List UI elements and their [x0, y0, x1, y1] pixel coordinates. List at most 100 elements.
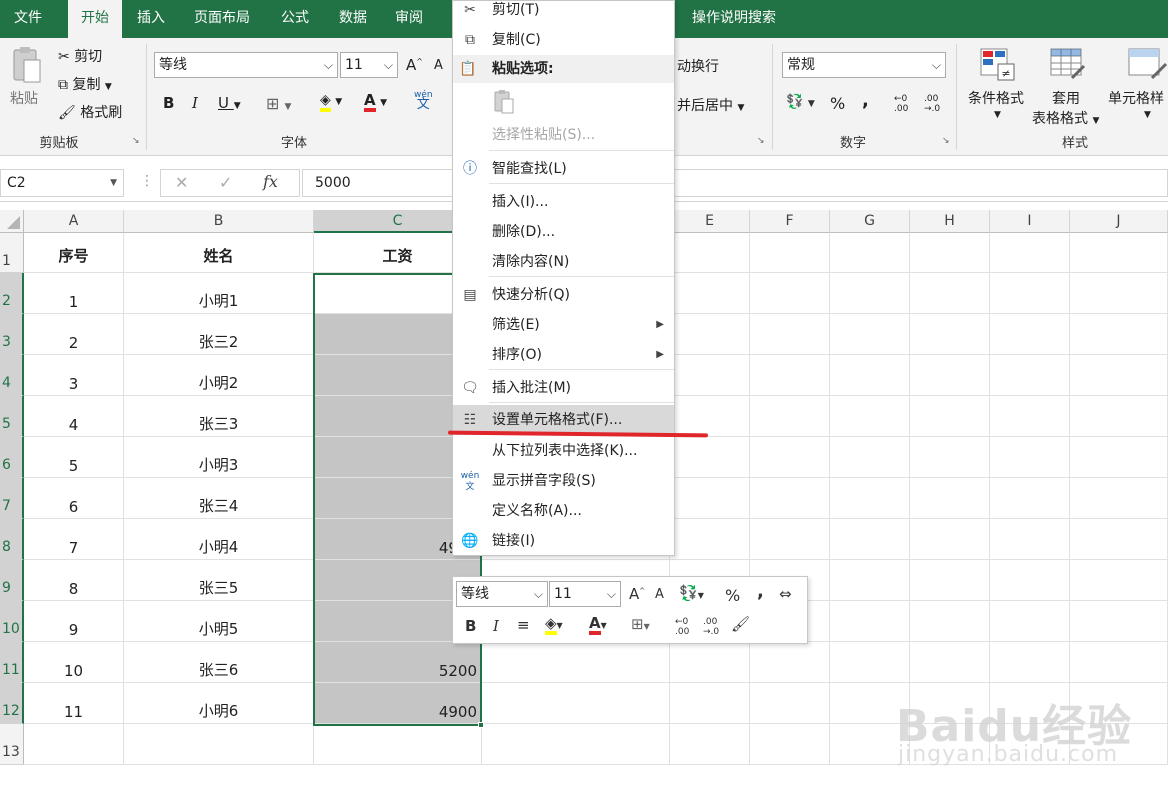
column-header-i[interactable]: I — [990, 210, 1070, 233]
cell[interactable] — [830, 560, 910, 601]
font-color-button[interactable]: A ▼ — [364, 92, 387, 112]
cell[interactable] — [1070, 233, 1168, 273]
mini-grow-font-button[interactable]: A^ — [629, 585, 645, 603]
tell-me-search[interactable]: 操作说明搜索 — [682, 0, 786, 38]
row-header-8[interactable]: 8 — [0, 519, 24, 560]
mini-format-painter-icon[interactable]: 🖌 — [731, 615, 750, 633]
cell[interactable] — [910, 560, 990, 601]
cell[interactable] — [1070, 437, 1168, 478]
menu-item-filter[interactable]: 筛选(E) ▶ — [453, 310, 674, 340]
table-cell[interactable]: 小明3 — [124, 437, 314, 478]
table-cell[interactable]: 7 — [24, 519, 124, 560]
table-cell[interactable]: 6 — [24, 478, 124, 519]
row-header-2[interactable]: 2 — [0, 273, 24, 314]
cell[interactable] — [990, 478, 1070, 519]
menu-item-insert-comment[interactable]: 🗨 插入批注(M) — [453, 373, 674, 403]
cell[interactable] — [910, 233, 990, 273]
conditional-format-button[interactable]: 条件格式 — [968, 88, 1024, 108]
cell[interactable] — [1070, 560, 1168, 601]
cell[interactable] — [750, 396, 830, 437]
cell[interactable] — [910, 601, 990, 642]
table-cell[interactable]: 小明5 — [124, 601, 314, 642]
menu-item-link[interactable]: 🌐 链接(I) — [453, 526, 674, 556]
menu-item-pick-from-list[interactable]: 从下拉列表中选择(K)... — [453, 436, 674, 466]
cell[interactable] — [910, 273, 990, 314]
mini-font-color-button[interactable]: A▼ — [589, 614, 607, 635]
fill-handle[interactable] — [478, 722, 484, 728]
cell[interactable] — [24, 724, 124, 765]
cell[interactable] — [830, 642, 910, 683]
cell[interactable] — [750, 437, 830, 478]
table-cell[interactable]: 10 — [24, 642, 124, 683]
cell[interactable] — [990, 437, 1070, 478]
row-header-5[interactable]: 5 — [0, 396, 24, 437]
bold-button[interactable]: B — [163, 94, 174, 112]
tab-formulas[interactable]: 公式 — [268, 0, 322, 38]
table-cell[interactable]: 张三3 — [124, 396, 314, 437]
formula-input[interactable]: 5000 — [302, 169, 1168, 197]
cell[interactable] — [830, 314, 910, 355]
shrink-font-button[interactable]: A — [434, 58, 443, 73]
accounting-format-button[interactable]: 💱 ▼ — [786, 94, 815, 110]
insert-function-icon[interactable]: fx — [263, 172, 278, 191]
table-cell[interactable]: 5200 — [314, 642, 482, 683]
cell[interactable] — [990, 560, 1070, 601]
dialog-launcher-icon[interactable]: ↘ — [757, 136, 765, 146]
cell[interactable] — [830, 519, 910, 560]
mini-percent-button[interactable]: % — [725, 586, 740, 605]
font-size-combo[interactable]: 11 ⌵ — [340, 52, 398, 78]
phonetic-button[interactable]: wén 文 — [414, 90, 433, 111]
comma-button[interactable]: , — [862, 90, 869, 111]
row-header-4[interactable]: 4 — [0, 355, 24, 396]
row-header-1[interactable]: 1 — [0, 233, 24, 273]
mini-merge-icon[interactable]: ⇔ — [779, 585, 792, 603]
cell[interactable] — [990, 273, 1070, 314]
row-header-6[interactable]: 6 — [0, 437, 24, 478]
menu-item-phonetic[interactable]: wén 文显示拼音字段(S) — [453, 466, 674, 496]
table-format-button[interactable]: 表格格式 ▼ — [1032, 108, 1099, 128]
table-cell[interactable]: 5 — [24, 437, 124, 478]
cell[interactable] — [750, 355, 830, 396]
column-header-g[interactable]: G — [830, 210, 910, 233]
header-cell[interactable]: 序号 — [24, 233, 124, 273]
percent-button[interactable]: % — [830, 94, 845, 113]
mini-font-size-combo[interactable]: 11 ⌵ — [549, 581, 621, 607]
cell[interactable] — [910, 396, 990, 437]
cell[interactable] — [670, 396, 750, 437]
menu-item-quick-analysis[interactable]: ▤ 快速分析(Q) — [453, 280, 674, 310]
cell[interactable] — [830, 273, 910, 314]
table-format-label-1[interactable]: 套用 — [1052, 88, 1080, 108]
table-cell[interactable]: 11 — [24, 683, 124, 724]
table-cell[interactable]: 3 — [24, 355, 124, 396]
cell[interactable] — [990, 314, 1070, 355]
font-name-combo[interactable]: 等线 ⌵ — [154, 52, 338, 78]
row-header-13[interactable]: 13 — [0, 724, 24, 765]
tab-insert[interactable]: 插入 — [124, 0, 178, 38]
table-cell[interactable]: 张三4 — [124, 478, 314, 519]
cell[interactable] — [990, 233, 1070, 273]
cell[interactable] — [482, 683, 670, 724]
row-header-11[interactable]: 11 — [0, 642, 24, 683]
menu-item-define-name[interactable]: 定义名称(A)... — [453, 496, 674, 526]
column-header-b[interactable]: B — [124, 210, 314, 233]
row-header-7[interactable]: 7 — [0, 478, 24, 519]
cell[interactable] — [990, 642, 1070, 683]
row-header-10[interactable]: 10 — [0, 601, 24, 642]
mini-increase-decimal-button[interactable]: ←0.00 — [675, 617, 689, 637]
paste-values-icon[interactable] — [493, 89, 515, 115]
menu-item-sort[interactable]: 排序(O) ▶ — [453, 340, 674, 370]
cell[interactable] — [1070, 601, 1168, 642]
more-options-icon[interactable]: ⋮ — [140, 173, 154, 189]
table-cell[interactable]: 张三6 — [124, 642, 314, 683]
cell[interactable] — [1070, 355, 1168, 396]
table-cell[interactable]: 8 — [24, 560, 124, 601]
dialog-launcher-icon[interactable]: ↘ — [942, 136, 950, 146]
table-cell[interactable]: 4900 — [314, 683, 482, 724]
cell[interactable] — [990, 519, 1070, 560]
cell[interactable] — [990, 396, 1070, 437]
cell[interactable] — [830, 396, 910, 437]
merge-center-button[interactable]: 并后居中 ▼ — [677, 95, 744, 115]
italic-button[interactable]: I — [192, 94, 198, 112]
name-box[interactable]: C2 ▼ — [0, 169, 124, 197]
cell[interactable] — [750, 314, 830, 355]
